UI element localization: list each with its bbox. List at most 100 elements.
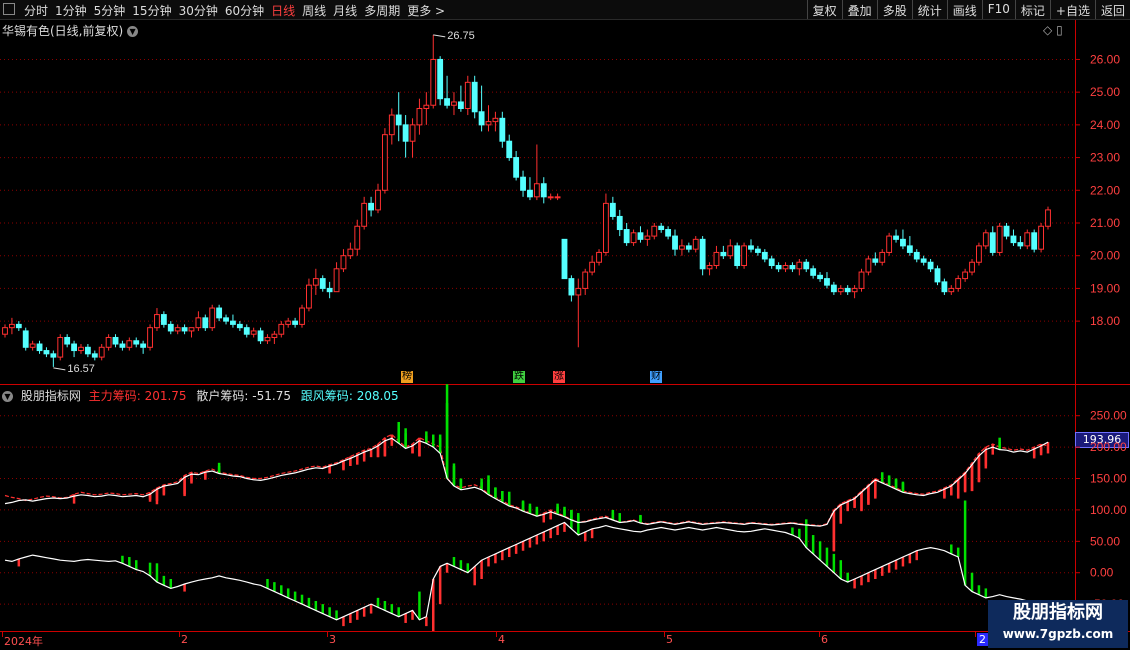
- candle-body: [713, 251, 720, 267]
- low-price-label: 16.57: [67, 363, 95, 375]
- candle-body: [540, 183, 547, 198]
- price-tick-label: 26.00: [1090, 52, 1120, 66]
- candle-body: [478, 111, 485, 126]
- candle-body: [105, 336, 112, 348]
- candle-body: [444, 98, 450, 106]
- candle-body: [616, 215, 623, 231]
- candle-body: [147, 327, 153, 348]
- candle-body: [789, 265, 796, 270]
- candle-body: [561, 238, 568, 280]
- candle-body: [685, 245, 692, 250]
- candle-body: [678, 245, 685, 250]
- event-tag-0[interactable]: 榜: [401, 371, 413, 383]
- candle-body: [140, 343, 147, 348]
- candle-body: [78, 346, 84, 352]
- date-tick: [819, 631, 820, 637]
- candle-body: [278, 323, 285, 335]
- price-tick-label: 19.00: [1090, 281, 1120, 295]
- candle-body: [672, 235, 678, 250]
- candle-body: [457, 101, 464, 110]
- candle-body: [188, 327, 195, 332]
- candle-body: [326, 287, 333, 293]
- candle-body: [658, 225, 665, 231]
- candle-body: [520, 176, 526, 191]
- date-label-4: 5: [666, 633, 673, 646]
- candle-body: [596, 251, 602, 263]
- candle-body: [50, 353, 57, 358]
- candle-body: [603, 202, 609, 253]
- candle-body: [402, 124, 409, 142]
- candle-body: [692, 238, 699, 250]
- candle-body: [976, 245, 982, 263]
- candle-body: [195, 317, 202, 329]
- candle-body: [844, 287, 851, 293]
- candle-body: [982, 232, 989, 247]
- candle-body: [471, 81, 478, 113]
- event-tag-1[interactable]: 跌: [513, 371, 525, 383]
- candle-body: [1031, 232, 1038, 250]
- price-tick-label: 25.00: [1090, 85, 1120, 99]
- candle-body: [375, 189, 381, 211]
- candle-body: [236, 323, 243, 329]
- candle-body: [340, 255, 347, 270]
- watermark-url: www.7gpzb.com: [1002, 627, 1114, 641]
- low-marker-arrow: [53, 367, 66, 371]
- candle-body: [568, 278, 575, 296]
- candle-body: [913, 251, 920, 260]
- candle-body: [250, 330, 257, 335]
- event-tag-2[interactable]: 涨: [553, 371, 565, 383]
- candle-body: [333, 268, 340, 293]
- indicator-tick-label: 200.00: [1090, 440, 1127, 454]
- candle-body: [630, 232, 637, 244]
- candle-body: [720, 251, 727, 257]
- candle-body: [996, 225, 1003, 253]
- candle-body: [1045, 209, 1051, 227]
- candle-body: [409, 124, 416, 142]
- date-label-3: 4: [498, 633, 505, 646]
- candle-body: [154, 314, 160, 329]
- candle-body: [347, 248, 354, 257]
- candle-body: [492, 117, 499, 123]
- candle-body: [257, 330, 264, 342]
- candle-body: [464, 81, 471, 110]
- candle-body: [734, 245, 741, 267]
- candle-body: [589, 261, 596, 273]
- candle-body: [381, 134, 388, 191]
- candle-body: [388, 114, 395, 136]
- candle-body: [575, 287, 582, 296]
- candle-body: [167, 323, 174, 332]
- candle-body: [292, 320, 299, 325]
- candle-body: [665, 229, 672, 237]
- candle-body: [969, 261, 975, 273]
- candle-body: [741, 245, 747, 267]
- candle-body: [989, 232, 996, 253]
- date-label-6: 2: [977, 633, 988, 646]
- candle-body: [637, 232, 644, 240]
- indicator-line-1: [4, 521, 1042, 621]
- indicator-tick-label: 150.00: [1090, 472, 1127, 486]
- candle-body: [299, 307, 305, 325]
- event-tag-3[interactable]: 财: [650, 371, 662, 383]
- candle-body: [837, 287, 844, 293]
- indicator-tick-label: 50.00: [1090, 534, 1120, 548]
- candle-body: [36, 343, 43, 352]
- candle-body: [451, 101, 457, 106]
- candle-body: [202, 317, 209, 329]
- candle-body: [761, 251, 768, 260]
- date-label-0: 2024年: [4, 635, 43, 648]
- candle-body: [437, 58, 444, 100]
- candle-body: [485, 121, 492, 126]
- candle-body: [29, 343, 36, 348]
- candle-body: [1038, 225, 1045, 250]
- candle-body: [160, 314, 167, 325]
- candle-body: [15, 323, 22, 329]
- candle-body: [768, 258, 775, 267]
- candle-body: [858, 271, 865, 289]
- date-label-1: 2: [181, 633, 188, 646]
- candle-body: [506, 140, 513, 159]
- candle-body: [264, 336, 271, 342]
- candle-body: [119, 343, 126, 348]
- price-tick-label: 18.00: [1090, 314, 1120, 328]
- date-tick: [664, 631, 665, 637]
- candle-body: [243, 327, 250, 335]
